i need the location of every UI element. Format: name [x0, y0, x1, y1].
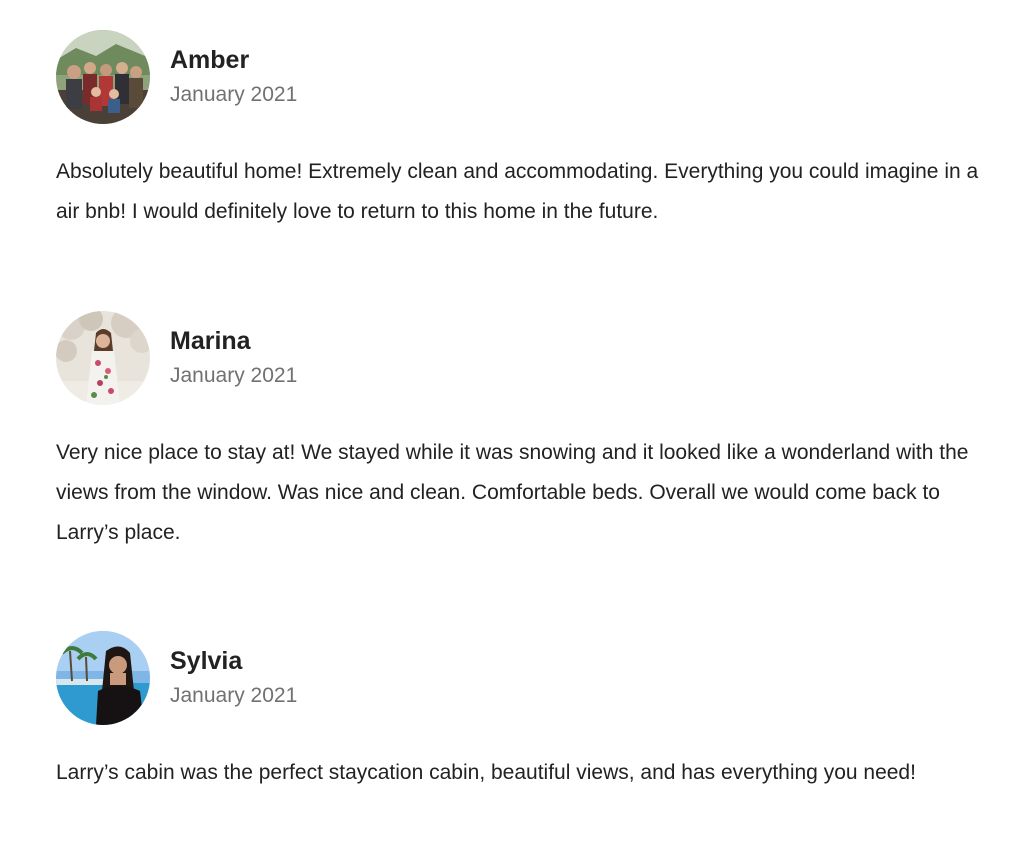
review-text: Absolutely beautiful home! Extremely cle… — [56, 160, 979, 223]
review-date: January 2021 — [170, 684, 298, 707]
review-header: Marina January 2021 — [56, 311, 996, 405]
family-photo-avatar-icon — [56, 30, 150, 124]
woman-pool-avatar-icon — [56, 631, 150, 725]
reviewer-name: Amber — [170, 46, 250, 74]
review-header: Amber January 2021 — [56, 30, 996, 124]
woman-blossoms-avatar-icon — [56, 311, 150, 405]
avatar[interactable] — [56, 311, 150, 405]
reviewer-name: Marina — [170, 327, 251, 355]
review-text: Larry’s cabin was the perfect staycation… — [56, 761, 916, 784]
review-header: Sylvia January 2021 — [56, 631, 996, 725]
review-text: Very nice place to stay at! We stayed wh… — [56, 441, 969, 544]
review-item: Sylvia January 2021 Larry’s cabin was th… — [56, 631, 996, 793]
review-item: Amber January 2021 Absolutely beautiful … — [56, 30, 996, 232]
reviews-list: Amber January 2021 Absolutely beautiful … — [0, 0, 1024, 863]
review-item: Marina January 2021 Very nice place to s… — [56, 311, 996, 553]
review-date: January 2021 — [170, 83, 298, 106]
avatar[interactable] — [56, 30, 150, 124]
review-date: January 2021 — [170, 364, 298, 387]
reviewer-name: Sylvia — [170, 647, 243, 675]
avatar[interactable] — [56, 631, 150, 725]
